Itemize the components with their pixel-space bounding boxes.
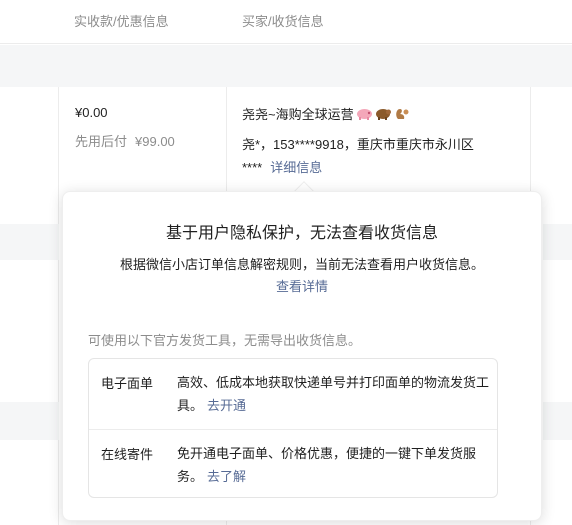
- row-separator: [543, 224, 572, 260]
- popover-description: 根据微信小店订单信息解密规则，当前无法查看用户收货信息。: [119, 257, 484, 272]
- view-details-link[interactable]: 查看详情: [276, 279, 328, 294]
- address-line: 尧*，153****9918，重庆市重庆市永川区: [242, 137, 474, 152]
- address-masked: ****: [242, 160, 263, 175]
- view-details-link-wrap: 查看详情: [63, 276, 541, 295]
- paylater-label: 先用后付: [75, 134, 128, 149]
- table-header: 实收款/优惠信息 买家/收货信息: [0, 0, 572, 44]
- header-payment: 实收款/优惠信息: [74, 14, 169, 29]
- privacy-popover: 基于用户隐私保护，无法查看收货信息 根据微信小店订单信息解密规则，当前无法查看用…: [62, 191, 542, 521]
- buyer-name: 尧尧~海购全球运营: [242, 107, 354, 122]
- row-separator: [0, 402, 59, 440]
- tool-description: 高效、低成本地获取快递单号并打印面单的物流发货工具。 去开通: [177, 371, 489, 417]
- paylater-amount: ¥99.00: [135, 134, 175, 149]
- learn-more-link[interactable]: 去了解: [207, 469, 246, 484]
- paylater-info: 先用后付 ¥99.00: [75, 131, 183, 150]
- header-buyer: 买家/收货信息: [242, 14, 324, 29]
- shipping-tools-list: 电子面单 高效、低成本地获取快递单号并打印面单的物流发货工具。 去开通 在线寄件 …: [88, 358, 498, 498]
- tool-row-e-waybill: 电子面单 高效、低成本地获取快递单号并打印面单的物流发货工具。 去开通: [89, 359, 497, 429]
- squirrel-icon: [395, 109, 409, 119]
- buyer-name-line: 尧尧~海购全球运营: [242, 104, 411, 123]
- tool-description: 免开通电子面单、价格优惠，便捷的一键下单发货服务。 去了解: [177, 442, 489, 488]
- bear-icon: [375, 109, 391, 120]
- amount-received: ¥0.00: [75, 105, 108, 120]
- tool-name: 电子面单: [101, 376, 154, 391]
- activate-link[interactable]: 去开通: [207, 398, 246, 413]
- popover-title: 基于用户隐私保护，无法查看收货信息: [165, 225, 438, 242]
- tool-name: 在线寄件: [101, 447, 154, 462]
- official-tools-note: 可使用以下官方发货工具，无需导出收货信息。: [88, 333, 362, 348]
- row-separator: [0, 224, 59, 260]
- tool-row-online-shipping: 在线寄件 免开通电子面单、价格优惠，便捷的一键下单发货服务。 去了解: [89, 429, 497, 499]
- column-divider: [58, 87, 59, 525]
- address-line-continued: **** 详细信息: [242, 157, 322, 176]
- row-separator: [0, 45, 572, 87]
- pig-icon: [356, 109, 372, 120]
- row-separator: [543, 402, 572, 440]
- detail-info-link[interactable]: 详细信息: [270, 160, 322, 175]
